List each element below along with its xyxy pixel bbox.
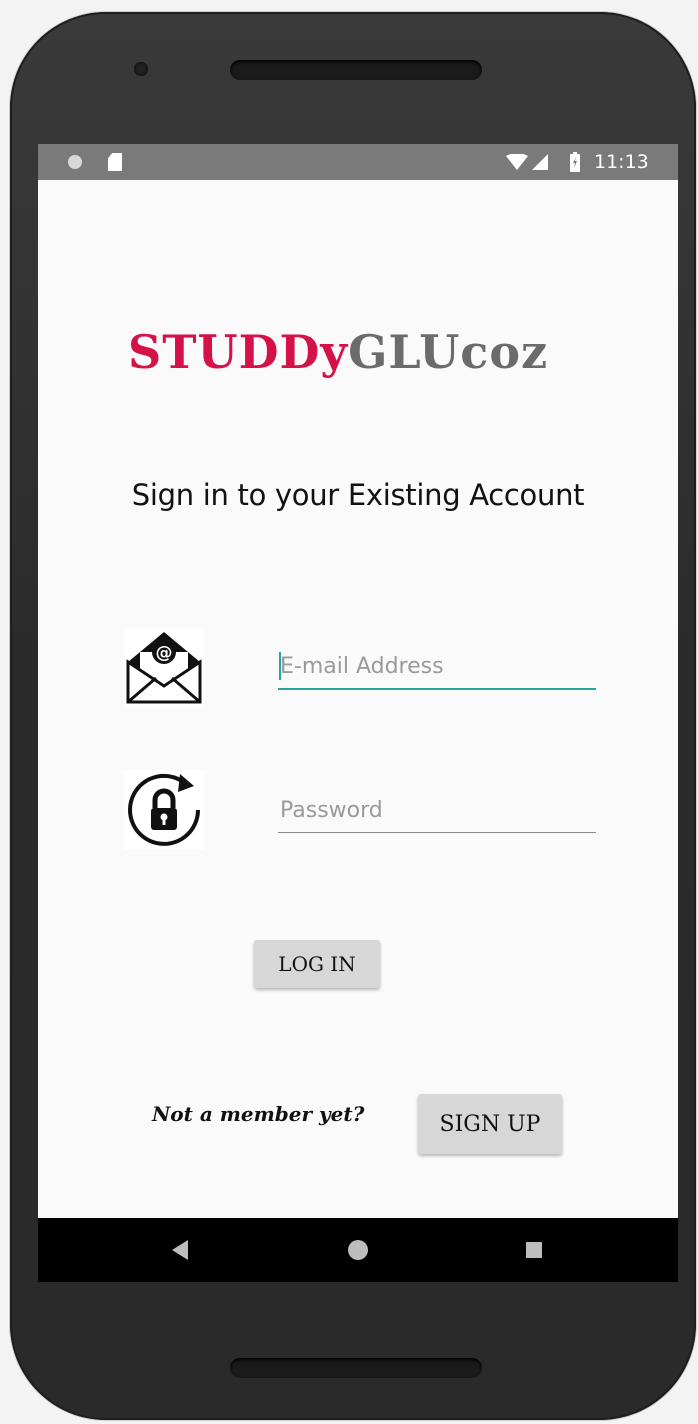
cell-signal-icon — [532, 154, 548, 170]
app-screen: 11:13 STUDDyGLUcoz Sign in to your Exist… — [38, 144, 678, 1282]
sd-card-icon — [108, 153, 122, 171]
home-icon[interactable] — [348, 1240, 368, 1260]
not-member-prompt: Not a member yet? — [152, 1102, 365, 1126]
wifi-icon — [506, 154, 528, 170]
login-button[interactable]: LOG IN — [254, 940, 380, 988]
bottom-speaker — [230, 1358, 482, 1378]
notification-dot-icon — [68, 155, 82, 169]
mail-icon: @ — [124, 628, 204, 708]
signup-button[interactable]: SIGN UP — [418, 1094, 562, 1154]
svg-text:@: @ — [156, 643, 173, 663]
app-logo: STUDDyGLUcoz — [128, 320, 598, 384]
password-field[interactable] — [278, 788, 596, 833]
email-field[interactable] — [278, 644, 596, 690]
recent-apps-icon[interactable] — [526, 1242, 542, 1258]
status-clock: 11:13 — [594, 151, 649, 173]
earpiece-speaker — [230, 60, 482, 80]
front-camera — [134, 62, 148, 76]
battery-icon — [570, 152, 580, 172]
phone-frame: 11:13 STUDDyGLUcoz Sign in to your Exist… — [10, 12, 696, 1420]
back-icon[interactable] — [172, 1240, 188, 1260]
lock-icon — [124, 770, 204, 850]
navigation-bar — [38, 1218, 678, 1282]
sign-in-heading: Sign in to your Existing Account — [131, 478, 585, 512]
status-bar: 11:13 — [38, 144, 678, 180]
text-cursor — [279, 652, 281, 680]
logo-part-studdy: STUDDy — [128, 325, 349, 379]
logo-part-glucoz: GLUcoz — [348, 325, 549, 379]
